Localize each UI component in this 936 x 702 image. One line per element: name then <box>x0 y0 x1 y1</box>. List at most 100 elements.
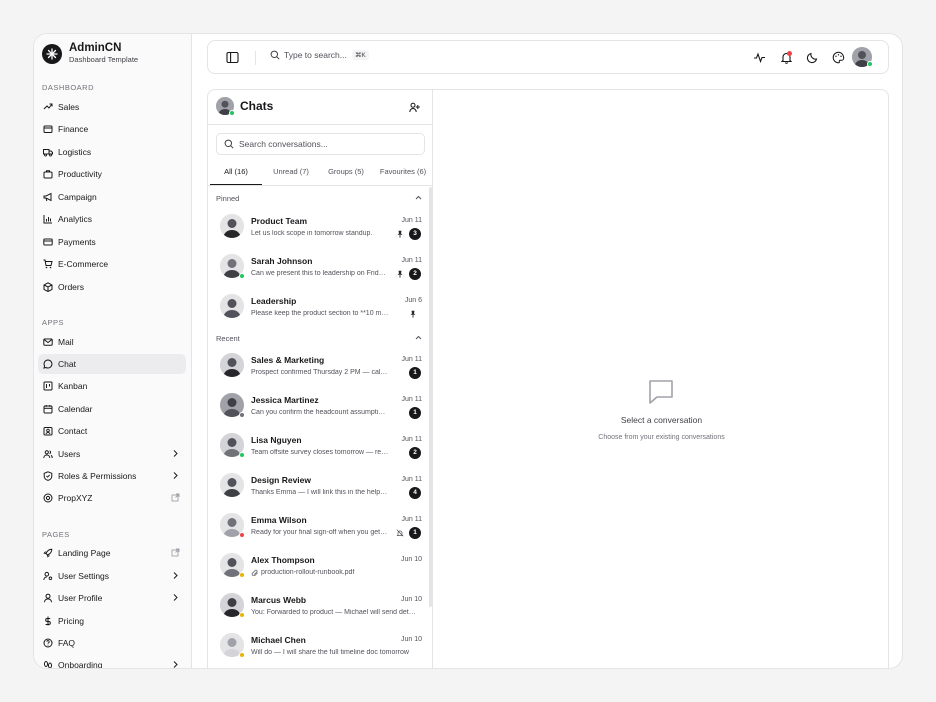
empty-state-title: Select a conversation <box>620 415 703 425</box>
conversation-preview: Can we present this to leadership on Fri… <box>251 270 389 277</box>
user-cog-icon <box>43 571 53 581</box>
conversation-item[interactable]: Marcus Webb Jun 10 You: Forwarded to pro… <box>208 586 428 626</box>
conversation-date: Jun 10 <box>400 636 422 643</box>
shopping-cart-icon <box>43 259 53 269</box>
credit-card-icon <box>43 238 53 246</box>
search-icon <box>224 139 234 149</box>
sidebar-item-label: Users <box>58 449 81 459</box>
add-user-icon[interactable] <box>409 102 420 113</box>
unread-badge: 2 <box>409 447 421 459</box>
sidebar-item-payments[interactable]: Payments <box>38 232 186 252</box>
conversation-name: Michael Chen <box>251 635 306 645</box>
sidebar-item-user-settings[interactable]: User Settings <box>38 566 186 586</box>
sidebar-toggle-icon[interactable] <box>226 51 239 64</box>
palette-icon[interactable] <box>832 51 845 64</box>
my-status-online <box>229 110 235 116</box>
chat-list-panel: Chats Search conversations... All (16) U… <box>207 89 432 668</box>
dollar-sign-icon <box>45 616 51 626</box>
conversation-name: Emma Wilson <box>251 515 307 525</box>
sidebar-item-productivity[interactable]: Productivity <box>38 164 186 184</box>
conversation-search-placeholder: Search conversations... <box>239 139 328 149</box>
message-square-icon <box>649 380 673 404</box>
help-circle-icon <box>43 638 53 648</box>
sidebar-item-analytics[interactable]: Analytics <box>38 209 186 229</box>
sidebar-item-label: Sales <box>58 102 80 112</box>
at-sign-icon <box>43 493 53 503</box>
tab-groups[interactable]: Groups (5) <box>320 167 372 185</box>
sidebar-item-user-profile[interactable]: User Profile <box>38 588 186 608</box>
rocket-icon <box>43 548 53 558</box>
conversation-item[interactable]: Sarah Johnson Jun 11 Can we present this… <box>208 247 428 287</box>
sidebar-item-users[interactable]: Users <box>38 444 186 464</box>
conversation-date: Jun 10 <box>400 556 422 563</box>
conversation-date: Jun 11 <box>401 436 423 443</box>
sidebar-item-ecommerce[interactable]: E-Commerce <box>38 254 186 274</box>
conversation-preview: Let us lock scope in tomorrow standup. <box>251 230 373 237</box>
sidebar-item-kanban[interactable]: Kanban <box>38 376 186 396</box>
global-search[interactable]: Type to search... ⌘K <box>270 50 369 60</box>
sidebar-item-logistics[interactable]: Logistics <box>38 142 186 162</box>
conversation-preview: You: Forwarded to product — Michael will… <box>251 609 417 616</box>
conversation-item[interactable]: Product Team Jun 11 Let us lock scope in… <box>208 207 428 247</box>
conversation-item[interactable]: Leadership Jun 6 Please keep the product… <box>208 287 428 327</box>
notifications-button[interactable] <box>780 51 793 64</box>
sidebar-item-onboarding[interactable]: Onboarding <box>38 655 186 668</box>
conversation-date: Jun 11 <box>401 257 423 264</box>
search-shortcut: ⌘K <box>351 50 369 60</box>
brand[interactable]: AdminCN Dashboard Template <box>42 42 138 65</box>
chevron-right-icon <box>173 594 178 601</box>
sidebar-item-calendar[interactable]: Calendar <box>38 399 186 419</box>
conversation-view: Select a conversation Choose from your e… <box>432 89 889 668</box>
chevron-up-icon[interactable] <box>415 334 422 341</box>
attachment-filename: production-rollout-runbook.pdf <box>261 569 355 576</box>
nav-section-dashboard: DASHBOARD <box>42 83 95 92</box>
status-busy <box>239 532 245 538</box>
conversation-item[interactable]: Sales & Marketing Jun 11 Prospect confir… <box>208 346 428 386</box>
sidebar-item-label: Payments <box>58 237 96 247</box>
chevron-up-icon[interactable] <box>415 194 422 201</box>
conversation-item[interactable]: Design Review Jun 11 Thanks Emma — I wil… <box>208 466 428 506</box>
chat-header-divider <box>208 124 432 125</box>
conversation-item[interactable]: Emma Wilson Jun 11 Ready for your final … <box>208 506 428 546</box>
conversation-item[interactable]: Jessica Martinez Jun 11 Can you confirm … <box>208 386 428 426</box>
unread-badge: 1 <box>409 367 421 379</box>
topbar-divider <box>255 51 256 65</box>
conversation-item[interactable]: Alex Thompson Jun 10 production-rollout-… <box>208 546 428 586</box>
tab-unread[interactable]: Unread (7) <box>264 167 318 185</box>
sidebar-item-landing-page[interactable]: Landing Page <box>38 543 186 563</box>
conversation-preview: Please keep the product section to **10 … <box>251 310 389 317</box>
sidebar-item-propxyz[interactable]: PropXYZ <box>38 488 186 508</box>
sidebar-item-roles-permissions[interactable]: Roles & Permissions <box>38 466 186 486</box>
activity-icon[interactable] <box>753 51 766 64</box>
avatar-image <box>220 214 244 238</box>
sidebar-item-mail[interactable]: Mail <box>38 332 186 352</box>
conversation-name: Lisa Nguyen <box>251 435 302 445</box>
chevron-right-icon <box>173 572 178 579</box>
sidebar-item-pricing[interactable]: Pricing <box>38 611 186 631</box>
sidebar-item-sales[interactable]: Sales <box>38 97 186 117</box>
tab-all[interactable]: All (16) <box>210 167 262 185</box>
conversation-item[interactable]: Michael Chen Jun 10 Will do — I will sha… <box>208 626 428 666</box>
conversation-search-input[interactable]: Search conversations... <box>216 133 425 155</box>
moon-icon[interactable] <box>806 51 819 64</box>
empty-state-subtitle: Choose from your existing conversations <box>598 434 725 441</box>
trending-up-icon <box>43 103 53 110</box>
nav-section-apps: APPS <box>42 318 65 327</box>
sidebar-item-campaign[interactable]: Campaign <box>38 187 186 207</box>
sidebar-item-chat[interactable]: Chat <box>38 354 186 374</box>
chat-header: Chats <box>216 97 273 116</box>
tab-favourites[interactable]: Favourites (6) <box>374 167 432 185</box>
conversation-date: Jun 6 <box>404 297 422 304</box>
sidebar-item-contact[interactable]: Contact <box>38 421 186 441</box>
sidebar-item-label: Pricing <box>58 616 84 626</box>
avatar-image <box>220 473 244 497</box>
sidebar-item-finance[interactable]: Finance <box>38 119 186 139</box>
conversation-name: Alex Thompson <box>251 555 315 565</box>
sidebar-item-label: Roles & Permissions <box>58 471 137 481</box>
recent-label: Recent <box>216 334 240 343</box>
conversation-item[interactable]: Lisa Nguyen Jun 11 Team offsite survey c… <box>208 426 428 466</box>
sidebar-item-orders[interactable]: Orders <box>38 277 186 297</box>
chevron-right-icon <box>173 661 178 668</box>
sidebar-item-label: Kanban <box>58 381 88 391</box>
sidebar-item-faq[interactable]: FAQ <box>38 633 186 653</box>
